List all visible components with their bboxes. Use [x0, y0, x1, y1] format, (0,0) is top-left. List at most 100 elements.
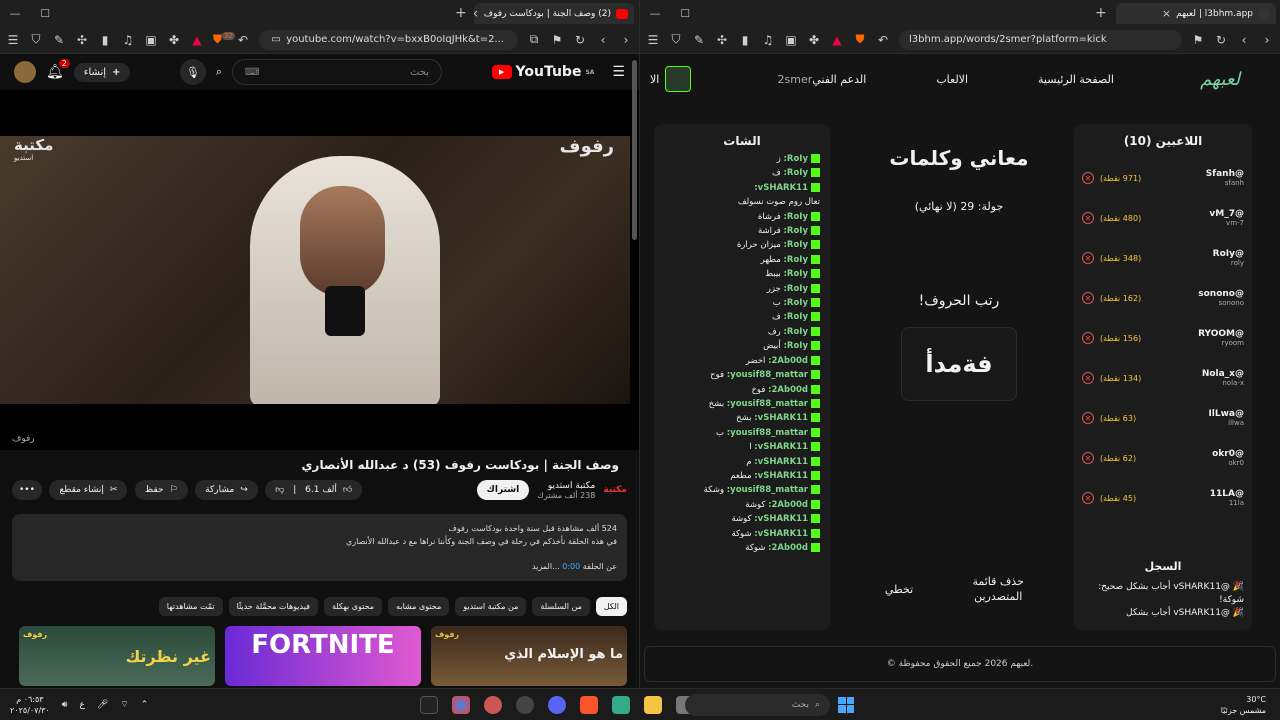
copy-link-icon[interactable]: ⧉ — [527, 32, 541, 47]
chat-username[interactable]: RoIy: — [784, 240, 809, 250]
chat-username[interactable]: 2Ab00d: — [768, 543, 808, 553]
chat-username[interactable]: RoIy: — [784, 212, 809, 222]
maximize-button[interactable]: ☐ — [30, 7, 60, 20]
voice-search-icon[interactable]: 🎙︎ — [179, 59, 206, 85]
tab-youtube[interactable]: (2) وصف الجنة | بودكاست رفوف × — [474, 3, 634, 24]
dislike-icon[interactable]: 👎︎ — [275, 485, 284, 495]
remove-player-icon[interactable]: ✕ — [1082, 212, 1094, 224]
nav-games[interactable]: الالعاب — [936, 73, 968, 86]
chat-username[interactable]: vSHARK11: — [754, 471, 808, 481]
steam-icon[interactable] — [516, 695, 534, 714]
chat-username[interactable]: vSHARK11: — [754, 183, 808, 193]
thumbnail-3[interactable]: رفوف غير نظرتك — [19, 626, 215, 686]
reload-back-icon[interactable]: ↶ — [236, 33, 250, 47]
chip-series[interactable]: من السلسلة — [532, 597, 590, 616]
bookmark-icon[interactable]: ⚑ — [1191, 33, 1205, 47]
video-frame[interactable]: رفوف مكتبة استديو — [0, 136, 630, 404]
music-icon[interactable]: ♫ — [761, 33, 775, 47]
like-dislike-button[interactable]: 👎︎ | 6.1 ألف 👍︎ — [265, 480, 363, 500]
screenshot-icon[interactable]: ▣ — [784, 33, 798, 47]
extension-icon[interactable]: ✣ — [75, 33, 89, 47]
new-tab-button[interactable]: + — [455, 5, 467, 21]
epic-games-icon[interactable] — [420, 695, 438, 714]
taskbar-search[interactable]: بحث ⌕ — [685, 693, 830, 716]
menu-icon[interactable]: ☰ — [646, 33, 660, 47]
reload-icon[interactable]: ↻ — [573, 33, 587, 47]
hamburger-menu-icon[interactable]: ☰ — [612, 64, 625, 80]
remove-player-icon[interactable]: ✕ — [1082, 172, 1094, 184]
extension-icon[interactable]: ✣ — [715, 33, 729, 47]
channel-name[interactable]: مكتبة استديو — [537, 481, 596, 491]
nav-home[interactable]: الصفحة الرئيسية — [1038, 73, 1114, 86]
chat-username[interactable]: yousif88_mattar: — [727, 399, 808, 409]
maximize-button[interactable]: ☐ — [670, 7, 700, 20]
avatar[interactable] — [14, 61, 36, 83]
chat-username[interactable]: 2Ab00d: — [768, 500, 808, 510]
chip-channel[interactable]: من مكتبة استديو — [455, 597, 527, 616]
pin-icon[interactable]: ✎ — [692, 33, 706, 47]
chat-username[interactable]: yousif88_mattar: — [727, 370, 808, 380]
address-bar[interactable]: ▭ youtube.com/watch?v=bxxB0oIqJHk&t=2... — [259, 29, 518, 50]
brave-shield-icon[interactable]: ⛊ — [853, 32, 867, 47]
app-icon[interactable] — [484, 695, 502, 714]
more-actions-button[interactable]: ••• — [12, 480, 42, 500]
brave-shield-icon[interactable]: ⛊ 32 — [213, 32, 235, 47]
chat-username[interactable]: 2Ab00d: — [768, 356, 808, 366]
user-avatar[interactable] — [665, 66, 692, 92]
shield-icon[interactable]: ⛉ — [669, 32, 683, 47]
new-tab-button[interactable]: + — [1095, 5, 1107, 21]
chip-topic[interactable]: محتوى بهكلة — [323, 597, 383, 616]
chat-username[interactable]: RoIy: — [784, 312, 809, 322]
app2-icon[interactable] — [612, 695, 630, 714]
chat-username[interactable]: RoIy: — [784, 284, 809, 294]
screenshot-icon[interactable]: ▣ — [144, 33, 158, 47]
create-button[interactable]: إنشاء + — [73, 62, 131, 82]
chat-username[interactable]: vSHARK11: — [754, 457, 808, 467]
puzzle-icon[interactable]: ✤ — [167, 33, 181, 47]
chip-recent[interactable]: فيديوهات محمَّلة حديثًا — [228, 597, 318, 616]
subscribe-button[interactable]: اشتراك — [476, 480, 530, 500]
minimize-button[interactable]: — — [0, 7, 30, 20]
forward-icon[interactable]: › — [1260, 33, 1274, 47]
pin-icon[interactable]: ✎ — [52, 33, 66, 47]
reload-icon[interactable]: ↻ — [1214, 33, 1228, 47]
chat-username[interactable]: RoIy: — [784, 168, 809, 178]
search-icon[interactable]: ⌕ — [216, 65, 222, 79]
search-input[interactable]: ⌨ بحث — [232, 59, 443, 85]
remove-player-icon[interactable]: ✕ — [1082, 452, 1094, 464]
chat-username[interactable]: vSHARK11: — [754, 529, 808, 539]
site-info-icon[interactable]: ▭ — [269, 34, 283, 45]
close-tab-icon[interactable]: × — [1162, 7, 1171, 20]
minimize-button[interactable]: — — [640, 7, 670, 20]
share-button[interactable]: مشاركة ↪ — [195, 480, 258, 500]
file-explorer-icon[interactable] — [644, 695, 662, 714]
chip-watched[interactable]: تمّت مشاهدتها — [158, 597, 223, 616]
forward-icon[interactable]: › — [619, 33, 633, 47]
channel-logo[interactable]: مكتبة — [603, 485, 627, 495]
remove-player-icon[interactable]: ✕ — [1082, 332, 1094, 344]
scrollbar[interactable] — [632, 60, 637, 240]
reload-back-icon[interactable]: ↶ — [876, 33, 890, 47]
chat-username[interactable]: 2Ab00d: — [768, 385, 808, 395]
back-icon[interactable]: ‹ — [1237, 33, 1251, 47]
mic-tray-icon[interactable]: 🎤︎ — [97, 700, 108, 710]
chat-username[interactable]: vSHARK11: — [754, 413, 808, 423]
site-logo[interactable]: لعبهم — [1200, 69, 1240, 90]
triangle-icon[interactable]: ▲ — [830, 33, 844, 47]
remove-player-icon[interactable]: ✕ — [1082, 372, 1094, 384]
chevron-up-icon[interactable]: ⌃ — [141, 700, 149, 710]
sidebar-icon[interactable]: ▮ — [98, 33, 112, 47]
chat-username[interactable]: RoIy: — [784, 298, 809, 308]
chat-username[interactable]: RoIy: — [784, 269, 809, 279]
notifications-bell-icon[interactable]: 🔔︎ 2 — [46, 59, 70, 80]
windows-start-icon[interactable] — [838, 696, 854, 713]
triangle-icon[interactable]: ▲ — [190, 33, 204, 47]
speaker-icon[interactable]: 🔊︎ — [62, 700, 68, 710]
description-more[interactable]: ...المزيد — [532, 562, 560, 571]
back-icon[interactable]: ‹ — [596, 33, 610, 47]
music-icon[interactable]: ♫ — [121, 33, 135, 47]
chat-username[interactable]: vSHARK11: — [754, 442, 808, 452]
chat-username[interactable]: yousif88_mattar: — [727, 428, 808, 438]
thumbnail-2[interactable]: FORTNITE — [225, 626, 421, 686]
chat-username[interactable]: RoIy: — [784, 154, 809, 164]
